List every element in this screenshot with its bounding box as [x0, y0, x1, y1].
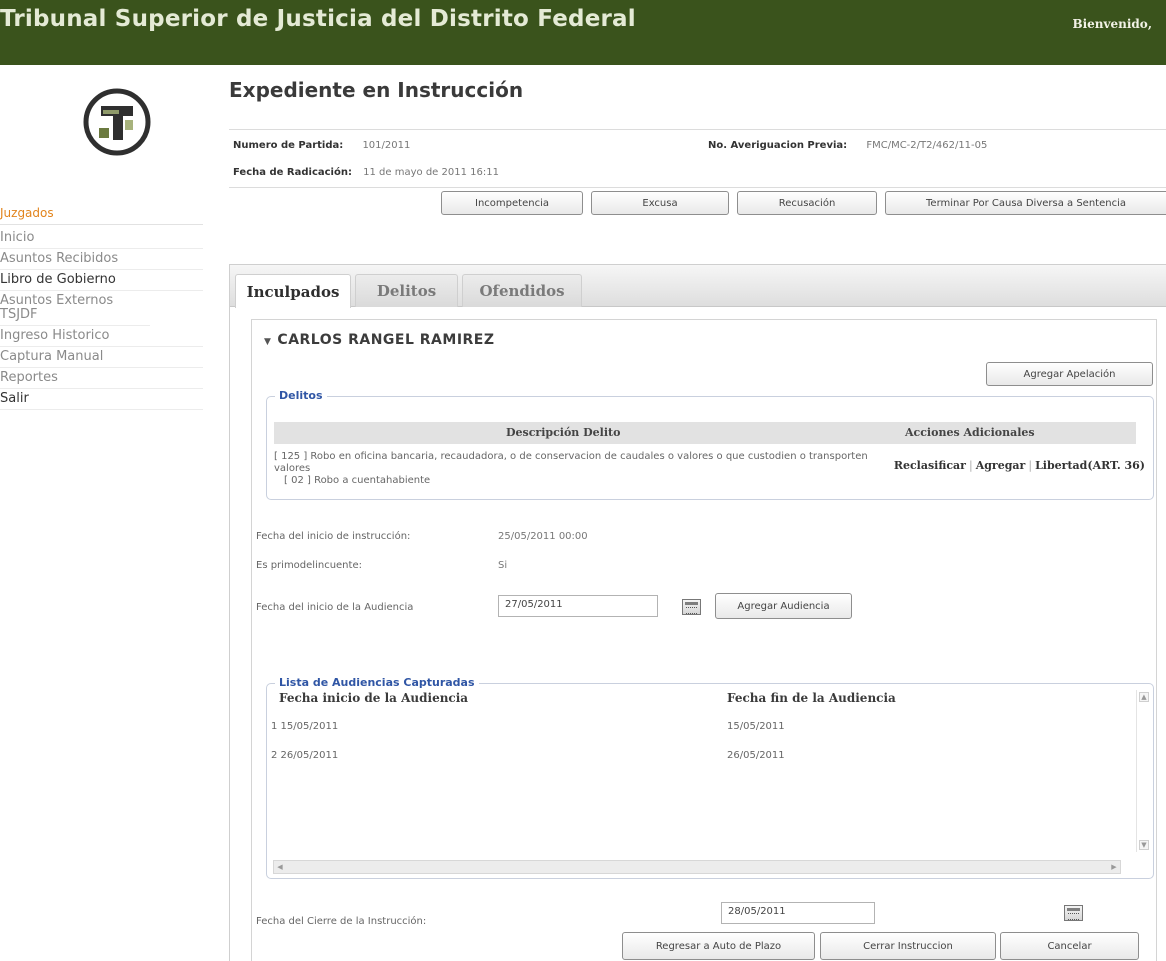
excusa-button[interactable]: Excusa	[591, 191, 729, 215]
divider	[229, 187, 1166, 188]
logo-icon	[83, 88, 151, 156]
fecha-radicacion-value: 11 de mayo de 2011 16:11	[363, 167, 499, 178]
recusacion-button[interactable]: Recusación	[737, 191, 877, 215]
audiencia-row-1-fin: 15/05/2011	[727, 721, 785, 732]
sidebar-item-salir[interactable]: Salir	[0, 389, 203, 410]
delitos-header-row: Descripción Delito Acciones Adicionales	[274, 422, 1136, 444]
audiencias-fieldset: Lista de Audiencias Capturadas Fecha ini…	[266, 676, 1154, 879]
sidebar-item-asuntos-externos[interactable]: Asuntos Externos TSJDF	[0, 291, 150, 326]
fecha-cierre-label: Fecha del Cierre de la Instrucción:	[256, 916, 427, 927]
main-content: Expediente en Instrucción	[229, 78, 1166, 130]
cancelar-button[interactable]: Cancelar	[1000, 932, 1139, 960]
fecha-radicacion-label: Fecha de Radicación:	[233, 167, 352, 178]
tab-ofendidos[interactable]: Ofendidos	[462, 274, 582, 307]
agregar-link[interactable]: Agregar	[976, 459, 1026, 472]
scroll-arrow-icon[interactable]: ▶	[1109, 862, 1119, 872]
fecha-radicacion-row: Fecha de Radicación: 11 de mayo de 2011 …	[233, 167, 499, 178]
audiencia-row-2-inicio: 2 26/05/2011	[271, 750, 339, 761]
inculpado-accordion: ▼ CARLOS RANGEL RAMIREZ Agregar Apelación…	[251, 319, 1157, 961]
agregar-apelacion-button[interactable]: Agregar Apelación	[986, 362, 1153, 386]
tabs-bar: Inculpados Delitos Ofendidos	[230, 265, 1166, 308]
tab-panel: Inculpados Delitos Ofendidos ▼ CARLOS RAN…	[229, 264, 1166, 961]
scroll-arrow-icon[interactable]: ◀	[275, 862, 285, 872]
audiencia-row-2-fin: 26/05/2011	[727, 750, 785, 761]
sidebar-item-reportes[interactable]: Reportes	[0, 368, 203, 389]
numero-partida-value: 101/2011	[362, 140, 411, 151]
vertical-scrollbar[interactable]: ▲ ▼	[1136, 690, 1150, 852]
top-header: Tribunal Superior de Justicia del Distri…	[0, 0, 1166, 65]
scroll-arrow-icon[interactable]: ▼	[1139, 840, 1149, 850]
calendar-icon[interactable]	[1064, 905, 1083, 921]
numero-partida-label: Numero de Partida:	[233, 140, 344, 151]
welcome-text: Bienvenido,	[1072, 17, 1152, 31]
fecha-inicio-instruccion-value: 25/05/2011 00:00	[498, 531, 588, 542]
audiencias-legend: Lista de Audiencias Capturadas	[275, 676, 479, 689]
col-descripcion: Descripción Delito	[506, 426, 621, 439]
numero-partida-row: Numero de Partida: 101/2011	[233, 140, 410, 151]
fecha-inicio-audiencia-label: Fecha del inicio de la Audiencia	[256, 602, 414, 613]
sidebar: Juzgados Inicio Asuntos Recibidos Libro …	[0, 200, 203, 410]
libertad-link[interactable]: Libertad(ART. 36)	[1035, 459, 1145, 472]
audiencia-row-1-inicio: 1 15/05/2011	[271, 721, 339, 732]
triangle-down-icon: ▼	[264, 337, 272, 347]
reclasificar-link[interactable]: Reclasificar	[894, 459, 966, 472]
inculpado-header[interactable]: ▼ CARLOS RANGEL RAMIREZ	[264, 332, 495, 348]
inculpado-name: CARLOS RANGEL RAMIREZ	[277, 332, 495, 348]
col-fecha-fin: Fecha fin de la Audiencia	[727, 691, 896, 705]
page-title: Expediente en Instrucción	[229, 78, 1166, 130]
agregar-audiencia-button[interactable]: Agregar Audiencia	[715, 593, 852, 619]
fecha-inicio-audiencia-input[interactable]: 27/05/2011	[498, 595, 658, 617]
calendar-icon[interactable]	[682, 599, 701, 615]
terminar-button[interactable]: Terminar Por Causa Diversa a Sentencia	[885, 191, 1166, 215]
averiguacion-row: No. Averiguacion Previa: FMC/MC-2/T2/462…	[708, 140, 987, 151]
app-title: Tribunal Superior de Justicia del Distri…	[0, 6, 636, 32]
primodelincuente-value: Si	[498, 560, 508, 571]
scroll-arrow-icon[interactable]: ▲	[1139, 692, 1149, 702]
sidebar-item-captura-manual[interactable]: Captura Manual	[0, 347, 203, 368]
sidebar-item-libro-de-gobierno[interactable]: Libro de Gobierno	[0, 270, 203, 291]
col-acciones: Acciones Adicionales	[905, 426, 1035, 439]
delito-subtipo: [ 02 ] Robo a cuentahabiente	[284, 475, 431, 486]
regresar-auto-plazo-button[interactable]: Regresar a Auto de Plazo	[622, 932, 815, 960]
col-fecha-inicio: Fecha inicio de la Audiencia	[279, 691, 469, 705]
sidebar-item-inicio[interactable]: Inicio	[0, 225, 203, 249]
sidebar-heading: Juzgados	[0, 200, 203, 225]
cerrar-instruccion-button[interactable]: Cerrar Instruccion	[820, 932, 996, 960]
averiguacion-value: FMC/MC-2/T2/462/11-05	[866, 140, 988, 151]
sidebar-item-asuntos-recibidos[interactable]: Asuntos Recibidos	[0, 249, 203, 270]
delitos-fieldset: Delitos Descripción Delito Acciones Adic…	[266, 389, 1154, 500]
tab-delitos[interactable]: Delitos	[355, 274, 458, 307]
tab-inculpados[interactable]: Inculpados	[235, 274, 351, 308]
delito-descripcion: [ 125 ] Robo en oficina bancaria, recaud…	[274, 451, 868, 474]
horizontal-scrollbar[interactable]: ◀ ▶	[273, 860, 1121, 874]
delitos-legend: Delitos	[275, 389, 327, 402]
fecha-cierre-input[interactable]: 28/05/2011	[721, 902, 875, 924]
delito-actions: Reclasificar | Agregar | Libertad(ART. 36)	[893, 459, 1145, 472]
averiguacion-label: No. Averiguacion Previa:	[708, 140, 848, 151]
incompetencia-button[interactable]: Incompetencia	[441, 191, 583, 215]
primodelincuente-label: Es primodelincuente:	[256, 560, 362, 571]
sidebar-item-ingreso-historico[interactable]: Ingreso Historico	[0, 326, 203, 347]
fecha-inicio-instruccion-label: Fecha del inicio de instrucción:	[256, 531, 411, 542]
